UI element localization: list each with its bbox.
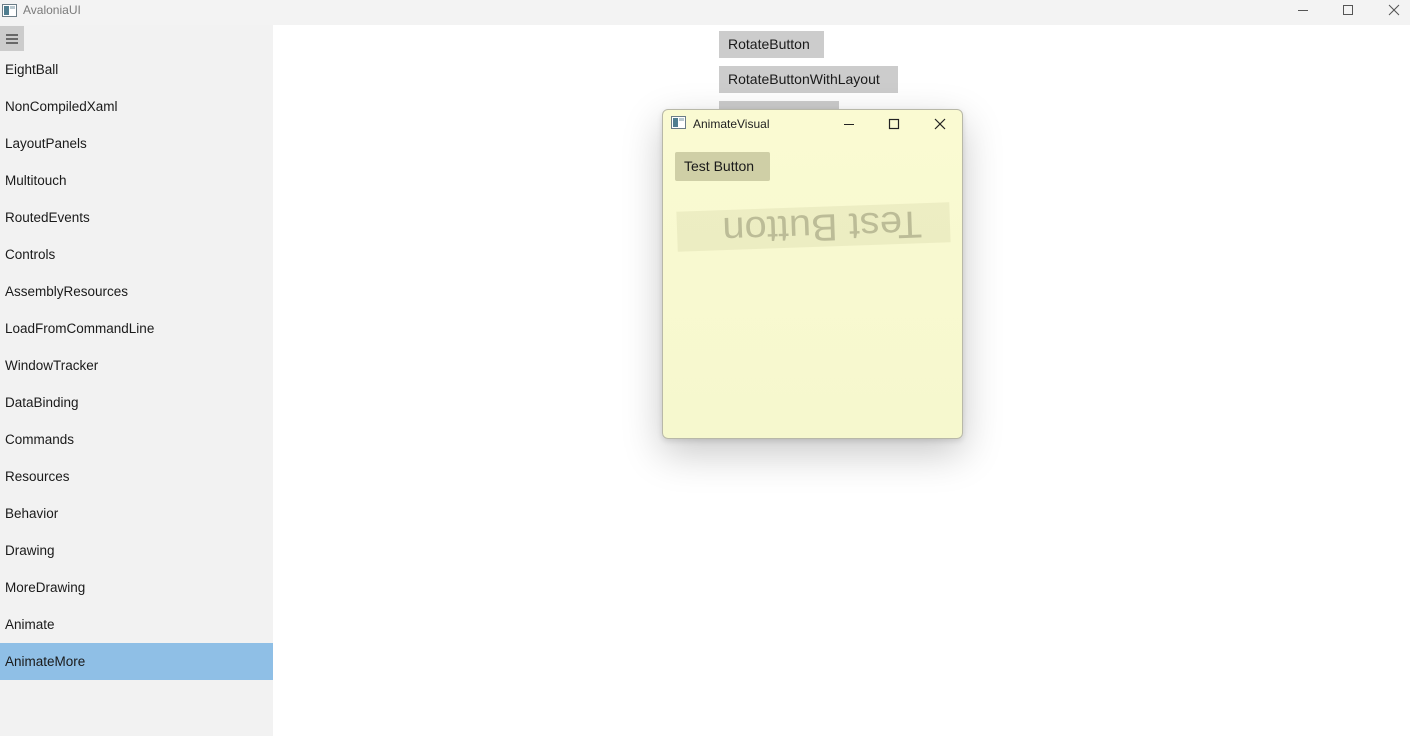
- rotate-button[interactable]: RotateButton: [719, 31, 824, 58]
- maximize-button[interactable]: [1325, 0, 1371, 20]
- maximize-icon: [1343, 5, 1353, 15]
- close-button[interactable]: [1371, 0, 1410, 20]
- rotated-test-button-visual: Test Button: [676, 202, 951, 252]
- sidebar-item-windowtracker[interactable]: WindowTracker: [0, 347, 273, 384]
- sidebar-item-drawing[interactable]: Drawing: [0, 532, 273, 569]
- sidebar-item-resources[interactable]: Resources: [0, 458, 273, 495]
- minimize-button[interactable]: [1280, 0, 1326, 20]
- animate-visual-window: AnimateVisual Test Button Test Button: [662, 109, 963, 439]
- sample-list: EightBall NonCompiledXaml LayoutPanels M…: [0, 51, 273, 680]
- child-window-title: AnimateVisual: [693, 117, 770, 131]
- window-title: AvaloniaUI: [23, 3, 81, 17]
- child-close-button[interactable]: [928, 114, 952, 134]
- sidebar-item-behavior[interactable]: Behavior: [0, 495, 273, 532]
- test-button[interactable]: Test Button: [675, 152, 770, 181]
- hamburger-menu-button[interactable]: [0, 26, 24, 51]
- sidebar-item-loadfromcommandline[interactable]: LoadFromCommandLine: [0, 310, 273, 347]
- child-window-icon: [671, 116, 686, 129]
- sidebar-item-layoutpanels[interactable]: LayoutPanels: [0, 125, 273, 162]
- sidebar-item-eightball[interactable]: EightBall: [0, 51, 273, 88]
- hamburger-menu-icon: [6, 33, 18, 44]
- sidebar-item-commands[interactable]: Commands: [0, 421, 273, 458]
- sidebar-item-animate[interactable]: Animate: [0, 606, 273, 643]
- minimize-icon: [844, 124, 854, 125]
- child-maximize-button[interactable]: [882, 114, 906, 134]
- child-titlebar: AnimateVisual: [663, 110, 962, 138]
- child-minimize-button[interactable]: [837, 114, 861, 134]
- close-icon: [934, 118, 946, 130]
- sidebar-item-databinding[interactable]: DataBinding: [0, 384, 273, 421]
- maximize-icon: [888, 118, 900, 130]
- sidebar: EightBall NonCompiledXaml LayoutPanels M…: [0, 25, 273, 736]
- rotated-button-text: Test Button: [721, 202, 923, 252]
- rotate-button-with-layout[interactable]: RotateButtonWithLayout: [719, 66, 898, 93]
- sidebar-item-noncompiledxaml[interactable]: NonCompiledXaml: [0, 88, 273, 125]
- app-window-icon: [2, 4, 17, 17]
- minimize-icon: [1298, 10, 1308, 11]
- sidebar-item-animatemore[interactable]: AnimateMore: [0, 643, 273, 680]
- sidebar-item-routedevents[interactable]: RoutedEvents: [0, 199, 273, 236]
- sidebar-item-multitouch[interactable]: Multitouch: [0, 162, 273, 199]
- sidebar-item-assemblyresources[interactable]: AssemblyResources: [0, 273, 273, 310]
- sidebar-item-controls[interactable]: Controls: [0, 236, 273, 273]
- sidebar-item-moredrawing[interactable]: MoreDrawing: [0, 569, 273, 606]
- close-icon: [1388, 4, 1400, 16]
- main-titlebar: AvaloniaUI: [0, 0, 1410, 25]
